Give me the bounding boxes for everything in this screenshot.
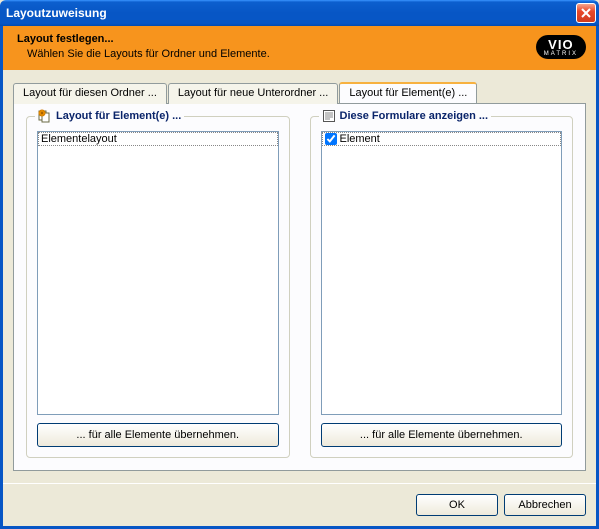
header-band: Layout festlegen... Wählen Sie die Layou… [3, 26, 596, 70]
list-item[interactable]: Element [322, 132, 562, 146]
form-checkbox[interactable] [325, 133, 337, 145]
close-button[interactable] [576, 3, 596, 23]
titlebar: Layoutzuweisung [0, 0, 599, 26]
legend-label-right: Diese Formulare anzeigen ... [340, 110, 489, 122]
tab-layout-subfolder[interactable]: Layout für neue Unterordner ... [168, 83, 338, 104]
tab-strip: Layout für diesen Ordner ... Layout für … [13, 82, 586, 103]
layout-icon [38, 109, 52, 123]
header-subtitle: Wählen Sie die Layouts für Ordner und El… [17, 47, 270, 62]
apply-forms-all-button[interactable]: ... für alle Elemente übernehmen. [321, 423, 563, 447]
logo-bottom: MATRIX [544, 51, 578, 57]
footer: OK Abbrechen [3, 483, 596, 526]
list-item[interactable]: Elementelayout [38, 132, 278, 146]
cancel-button[interactable]: Abbrechen [504, 494, 586, 516]
header-title: Layout festlegen... [17, 32, 270, 47]
listbox-forms[interactable]: Element [321, 131, 563, 415]
tab-panel: Layout für Element(e) ... Elementelayout… [13, 103, 586, 471]
form-item-label: Element [340, 133, 380, 145]
groupbox-forms: Diese Formulare anzeigen ... Element ...… [310, 116, 574, 458]
legend-label-left: Layout für Element(e) ... [56, 110, 181, 122]
window-title: Layoutzuweisung [6, 6, 576, 20]
legend-layout-elements: Layout für Element(e) ... [35, 109, 184, 123]
ok-button[interactable]: OK [416, 494, 498, 516]
header-left: Layout festlegen... Wählen Sie die Layou… [17, 32, 270, 62]
form-icon [322, 109, 336, 123]
legend-forms: Diese Formulare anzeigen ... [319, 109, 492, 123]
close-icon [581, 8, 591, 18]
vio-matrix-logo: VIO MATRIX [536, 35, 586, 59]
tab-layout-element[interactable]: Layout für Element(e) ... [339, 82, 477, 103]
listbox-layouts[interactable]: Elementelayout [37, 131, 279, 415]
apply-layout-all-button[interactable]: ... für alle Elemente übernehmen. [37, 423, 279, 447]
logo-top: VIO [544, 38, 578, 51]
tab-layout-folder[interactable]: Layout für diesen Ordner ... [13, 83, 167, 104]
window-body: Layout festlegen... Wählen Sie die Layou… [0, 26, 599, 529]
dialog-inner: Layout für diesen Ordner ... Layout für … [3, 70, 596, 483]
groupbox-layout-elements: Layout für Element(e) ... Elementelayout… [26, 116, 290, 458]
